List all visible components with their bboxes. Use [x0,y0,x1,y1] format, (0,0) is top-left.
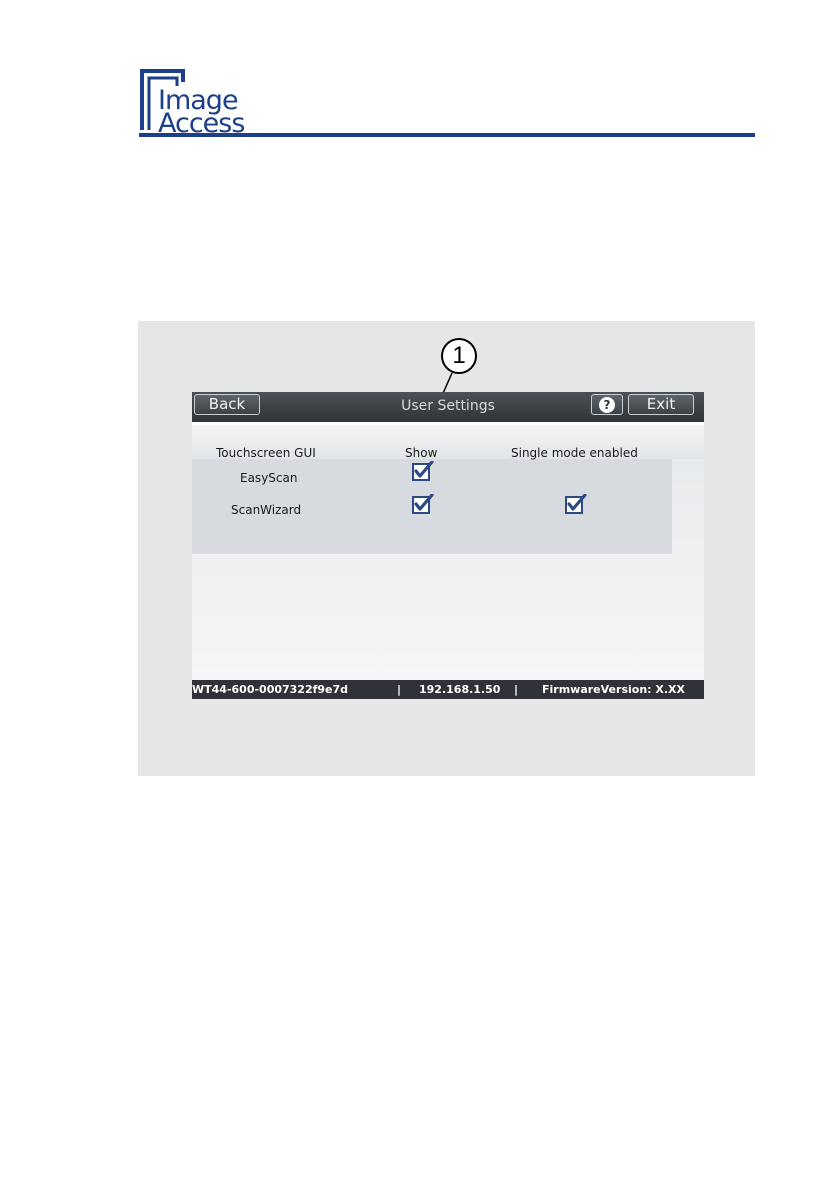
column-header-show: Show [405,446,438,460]
status-separator: | [514,683,519,696]
easyscan-show-checkbox[interactable] [412,461,434,481]
title-bar: Back User Settings ? Exit [192,392,704,422]
header-rule [139,133,755,137]
row-label-scanwizard: ScanWizard [231,503,302,517]
exit-button[interactable]: Exit [628,394,694,415]
help-button[interactable]: ? [591,394,623,415]
image-access-logo: Image Access [139,68,279,138]
column-header-single-mode: Single mode enabled [511,446,638,460]
help-icon: ? [599,397,615,413]
back-button[interactable]: Back [194,394,260,415]
column-header-touchscreen-gui: Touchscreen GUI [216,446,316,460]
scanwizard-show-checkbox[interactable] [412,494,434,514]
scanwizard-single-mode-checkbox[interactable] [565,494,587,514]
status-separator: | [397,683,402,696]
screen-title: User Settings [401,398,495,414]
user-settings-screen: Back User Settings ? Exit Touchscreen GU… [192,392,704,699]
callout-number-1: 1 [441,338,477,374]
status-bar: WT44-600-0007322f9e7d | 192.168.1.50 | F… [192,680,704,699]
row-label-easyscan: EasyScan [240,471,298,485]
device-serial: WT44-600-0007322f9e7d [192,683,349,696]
firmware-version: FirmwareVersion: X.XX [542,683,685,696]
ip-address: 192.168.1.50 [419,683,501,696]
